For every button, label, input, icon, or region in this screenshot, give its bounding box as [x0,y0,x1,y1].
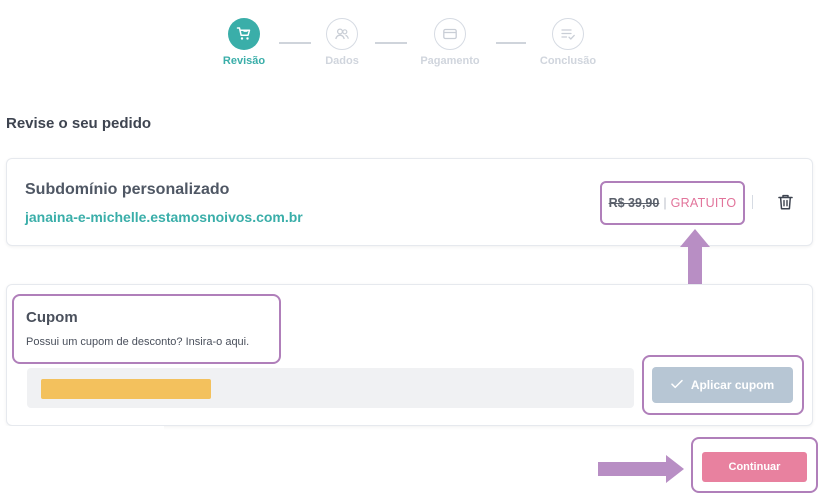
item-title: Subdomínio personalizado [25,181,230,198]
arrow-right-shaft [598,462,668,476]
arrow-right-annotation [666,455,684,483]
credit-card-icon [434,18,466,50]
price-separator: | [663,196,667,210]
trash-icon[interactable] [775,192,795,212]
continue-highlight: Continuar [691,437,818,493]
step-connector [375,42,407,44]
users-icon [326,18,358,50]
step-conclusao[interactable]: Conclusão [523,18,613,67]
checkout-stepper: Revisão Dados Pagamento Conclusão [0,0,828,80]
vertical-divider [752,195,753,209]
step-connector [496,42,526,44]
step-revisao[interactable]: Revisão [199,18,289,67]
checklist-icon [552,18,584,50]
page-title: Revise o seu pedido [6,115,152,132]
step-pagamento[interactable]: Pagamento [405,18,495,67]
subdomain-link[interactable]: janaina-e-michelle.estamosnoivos.com.br [25,209,303,225]
check-icon [671,378,683,392]
apply-coupon-label: Aplicar cupom [690,378,775,392]
apply-coupon-button[interactable]: Aplicar cupom [652,367,793,403]
redaction-marker [41,379,211,399]
card-edge-mask [0,426,164,446]
price-highlight: R$ 39,90 | GRATUITO [600,181,745,225]
coupon-card: Cupom Possui um cupom de desconto? Insir… [6,284,813,426]
coupon-title: Cupom [26,309,78,326]
coupon-highlight: Cupom Possui um cupom de desconto? Insir… [12,294,281,364]
apply-highlight: Aplicar cupom [642,355,804,415]
cart-icon [228,18,260,50]
step-label: Dados [325,55,359,67]
step-label: Pagamento [420,55,480,67]
original-price: R$ 39,90 [608,196,660,210]
discounted-price: GRATUITO [670,196,737,210]
coupon-description: Possui um cupom de desconto? Insira-o aq… [26,336,250,348]
continue-button[interactable]: Continuar [702,452,807,482]
step-dados[interactable]: Dados [297,18,387,67]
step-label: Revisão [222,55,266,67]
step-label: Conclusão [539,55,597,67]
